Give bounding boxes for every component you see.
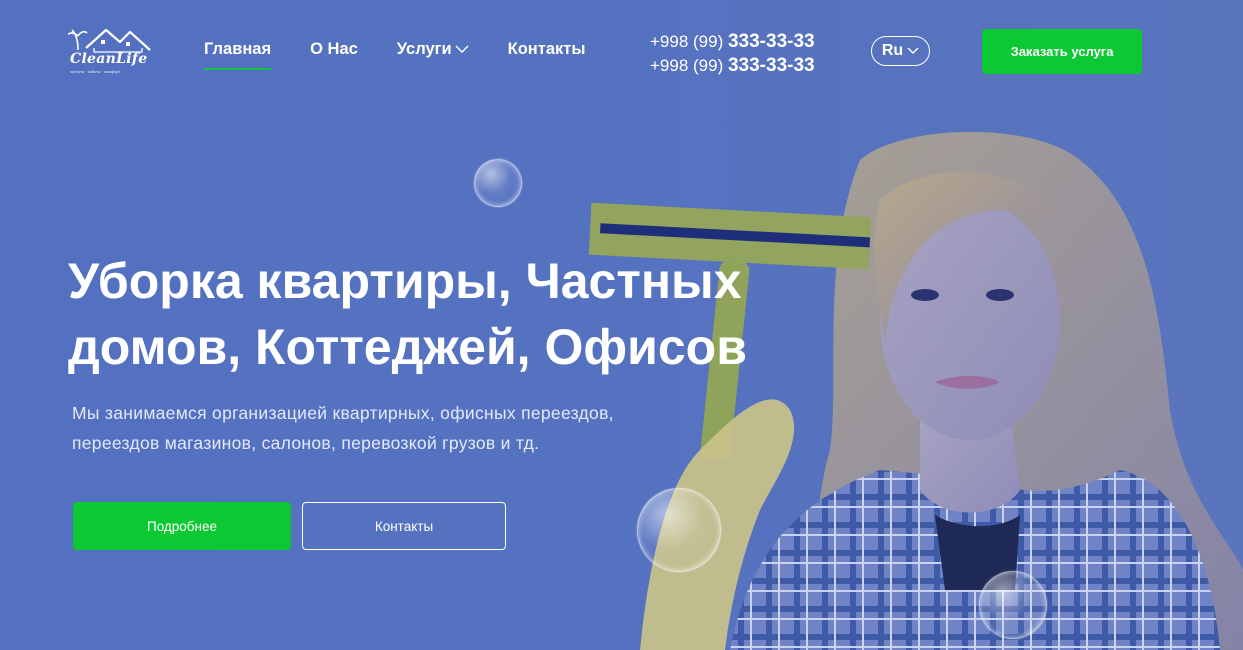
hero-title-line: домов, Коттеджей, Офисов	[68, 319, 747, 375]
logo[interactable]: CleanLife чистота · забота · комфорт	[68, 24, 152, 76]
phone-link[interactable]: +998 (99) 333-33-33	[650, 54, 815, 78]
phone-number: 333-33-33	[727, 55, 815, 76]
bubble-decoration	[637, 488, 721, 572]
hero-illustration	[560, 120, 1243, 650]
nav-item-services[interactable]: Услуги	[397, 40, 469, 59]
language-select[interactable]: Ru	[871, 36, 930, 66]
hero-section: CleanLife чистота · забота · комфорт Гла…	[0, 0, 1243, 650]
phone-numbers: +998 (99) 333-33-33 +998 (99) 333-33-33	[650, 30, 815, 78]
cleaning-woman-image	[588, 131, 1243, 650]
chevron-down-icon	[455, 40, 469, 59]
contacts-button-label: Контакты	[374, 518, 434, 534]
more-button[interactable]: Подробнее	[73, 502, 291, 550]
language-value: Ru	[881, 42, 904, 59]
phone-prefix: +998 (99)	[650, 32, 724, 51]
hero-subtitle: Мы занимаемся организацией квартирных, о…	[72, 398, 712, 458]
nav-item-label: Услуги	[396, 40, 452, 58]
hero-title-line: Уборка квартиры, Частных	[68, 253, 742, 309]
nav-item-label: Главная	[204, 40, 272, 58]
order-service-button[interactable]: Заказать услуга	[982, 29, 1142, 74]
nav-item-label: О Нас	[310, 40, 358, 58]
hero-title: Уборка квартиры, Частных домов, Коттедже…	[68, 248, 808, 380]
nav-item-home[interactable]: Главная	[204, 40, 272, 70]
bubble-decoration	[979, 571, 1047, 639]
phone-link[interactable]: +998 (99) 333-33-33	[650, 30, 815, 54]
bubble-decoration	[474, 159, 522, 207]
house-roof-palm-icon	[68, 28, 151, 53]
order-service-label: Заказать услуга	[1010, 44, 1114, 59]
hero-subtitle-line: Мы занимаемся организацией квартирных, о…	[72, 403, 614, 423]
contacts-button[interactable]: Контакты	[302, 502, 506, 550]
phone-number: 333-33-33	[727, 31, 815, 52]
more-button-label: Подробнее	[146, 518, 217, 534]
logo-tagline: чистота · забота · комфорт	[70, 69, 121, 74]
nav-item-label: Контакты	[507, 40, 586, 58]
phone-prefix: +998 (99)	[650, 56, 724, 75]
chevron-down-icon	[907, 42, 919, 60]
logo-wordmark: CleanLife	[70, 51, 148, 67]
nav-item-contacts[interactable]: Контакты	[508, 40, 586, 59]
main-nav: Главная О Нас Услуги Контакты	[204, 40, 624, 70]
hero-subtitle-line: переездов магазинов, салонов, перевозкой…	[72, 433, 540, 453]
nav-item-about[interactable]: О Нас	[310, 40, 358, 59]
